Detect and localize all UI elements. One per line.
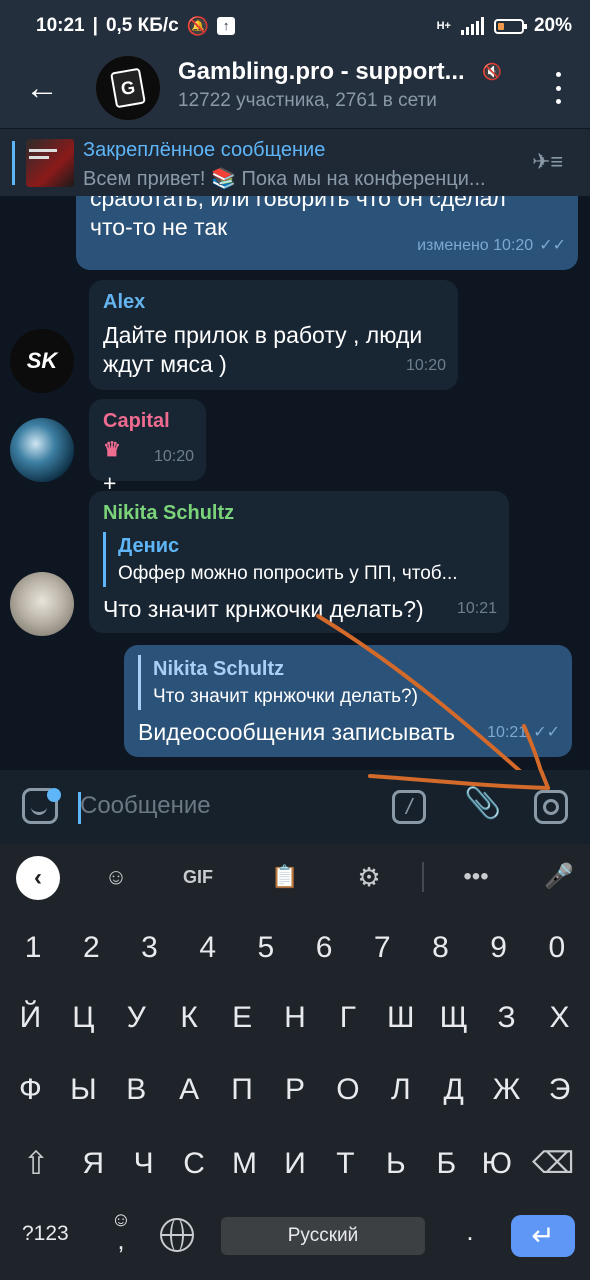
globe-icon[interactable]: [160, 1218, 194, 1252]
network-type: H+: [436, 20, 451, 32]
mute-icon: 🔇: [482, 64, 502, 81]
key-letter[interactable]: А: [164, 1068, 214, 1112]
key-6[interactable]: 6: [299, 926, 349, 970]
key-8[interactable]: 8: [415, 926, 465, 970]
key-letter[interactable]: Ж: [482, 1068, 532, 1112]
more-options-icon[interactable]: [548, 72, 568, 104]
letters-row-3: Я Ч С М И Т Ь Б Ю: [68, 1142, 522, 1186]
network-speed: 0,5 КБ/с: [105, 15, 179, 36]
key-letter[interactable]: З: [482, 996, 532, 1040]
key-letter[interactable]: У: [111, 996, 161, 1040]
pinned-message-bar[interactable]: Закреплённое сообщение Всем привет! 📚 По…: [0, 128, 590, 196]
signal-icon: [460, 17, 484, 35]
key-letter[interactable]: П: [217, 1068, 267, 1112]
backspace-icon[interactable]: ⌫: [532, 1146, 574, 1182]
message-list[interactable]: сработать, или говорить что он сделал чт…: [0, 196, 590, 770]
back-arrow-icon[interactable]: ←: [22, 68, 62, 108]
annotation-arrow: [316, 614, 543, 770]
key-5[interactable]: 5: [241, 926, 291, 970]
key-letter[interactable]: Щ: [429, 996, 479, 1040]
battery-icon: [493, 18, 527, 34]
keyboard: 1 2 3 4 5 6 7 8 9 0 Й Ц У К Е Н Г Ш Щ З …: [0, 910, 590, 1280]
key-letter[interactable]: И: [270, 1142, 320, 1186]
key-letter[interactable]: Х: [535, 996, 585, 1040]
annotation-arrow-tail: [368, 770, 550, 790]
upload-icon: ↑: [217, 17, 236, 35]
key-letter[interactable]: М: [220, 1142, 270, 1186]
message-input-bar: Сообщение / 📎: [0, 770, 590, 844]
key-letter[interactable]: В: [111, 1068, 161, 1112]
key-letter[interactable]: Н: [270, 996, 320, 1040]
toolbar-divider: [422, 862, 424, 892]
key-2[interactable]: 2: [66, 926, 116, 970]
key-letter[interactable]: Т: [320, 1142, 370, 1186]
key-letter[interactable]: Р: [270, 1068, 320, 1112]
key-letter[interactable]: С: [169, 1142, 219, 1186]
sticker-icon[interactable]: ☺: [100, 862, 132, 892]
key-7[interactable]: 7: [357, 926, 407, 970]
letters-row-2: Ф Ы В А П Р О Л Д Ж Э: [0, 1068, 590, 1112]
pinned-title: Закреплённое сообщение: [83, 139, 326, 161]
microphone-icon[interactable]: 🎤: [544, 862, 574, 892]
chevron-left-icon[interactable]: ‹: [16, 856, 60, 900]
symbols-key[interactable]: ?123: [22, 1222, 69, 1246]
key-letter[interactable]: Г: [323, 996, 373, 1040]
period-key[interactable]: .: [458, 1216, 482, 1247]
key-letter[interactable]: Ч: [119, 1142, 169, 1186]
key-letter[interactable]: Я: [68, 1142, 118, 1186]
clock: 10:21: [36, 15, 85, 36]
key-letter[interactable]: Д: [429, 1068, 479, 1112]
key-letter[interactable]: Е: [217, 996, 267, 1040]
pin-indicator: [12, 141, 15, 185]
key-3[interactable]: 3: [124, 926, 174, 970]
emoji-comma-key[interactable]: ☺ ,: [108, 1210, 134, 1253]
key-0[interactable]: 0: [532, 926, 582, 970]
chat-avatar[interactable]: G: [96, 56, 160, 120]
key-1[interactable]: 1: [8, 926, 58, 970]
key-letter[interactable]: Б: [421, 1142, 471, 1186]
clipboard-icon[interactable]: 📋: [268, 862, 302, 892]
key-letter[interactable]: О: [323, 1068, 373, 1112]
key-4[interactable]: 4: [183, 926, 233, 970]
card-logo-icon: G: [110, 67, 146, 109]
digits-row: 1 2 3 4 5 6 7 8 9 0: [0, 926, 590, 970]
enter-icon[interactable]: ↵: [511, 1215, 575, 1257]
shift-icon[interactable]: ⇧: [16, 1144, 56, 1184]
pinned-list-icon[interactable]: ✈≡: [532, 149, 572, 177]
keyboard-toolbar: ‹ ☺ GIF 📋 ⚙ ••• 🎤: [0, 844, 590, 910]
status-bar: 10:21 | 0,5 КБ/с 🔕 ↑ H+ 20%: [0, 0, 590, 52]
key-letter[interactable]: Э: [535, 1068, 585, 1112]
key-letter[interactable]: Ш: [376, 996, 426, 1040]
key-letter[interactable]: Ц: [58, 996, 108, 1040]
key-letter[interactable]: Ь: [371, 1142, 421, 1186]
key-letter[interactable]: Ю: [472, 1142, 522, 1186]
key-letter[interactable]: Л: [376, 1068, 426, 1112]
bell-off-icon: 🔕: [186, 15, 210, 36]
battery-level: 20%: [533, 15, 572, 36]
letters-row-1: Й Ц У К Е Н Г Ш Щ З Х: [0, 996, 590, 1040]
gear-icon[interactable]: ⚙: [352, 862, 386, 892]
key-letter[interactable]: Ф: [5, 1068, 55, 1112]
separator: |: [92, 15, 98, 36]
pinned-thumbnail: [26, 139, 74, 187]
key-letter[interactable]: К: [164, 996, 214, 1040]
chat-title[interactable]: Gambling.pro - support...: [178, 58, 478, 86]
pinned-text: Всем привет! 📚 Пока мы на конференци...: [83, 168, 486, 190]
space-key[interactable]: Русский: [221, 1217, 425, 1255]
chat-subtitle: 12722 участника, 2761 в сети: [178, 90, 437, 111]
gif-button[interactable]: GIF: [178, 862, 218, 892]
key-letter[interactable]: Ы: [58, 1068, 108, 1112]
key-letter[interactable]: Й: [5, 996, 55, 1040]
chat-header: ← G Gambling.pro - support... 🔇 12722 уч…: [0, 52, 590, 128]
more-horiz-icon[interactable]: •••: [456, 862, 496, 892]
key-9[interactable]: 9: [474, 926, 524, 970]
